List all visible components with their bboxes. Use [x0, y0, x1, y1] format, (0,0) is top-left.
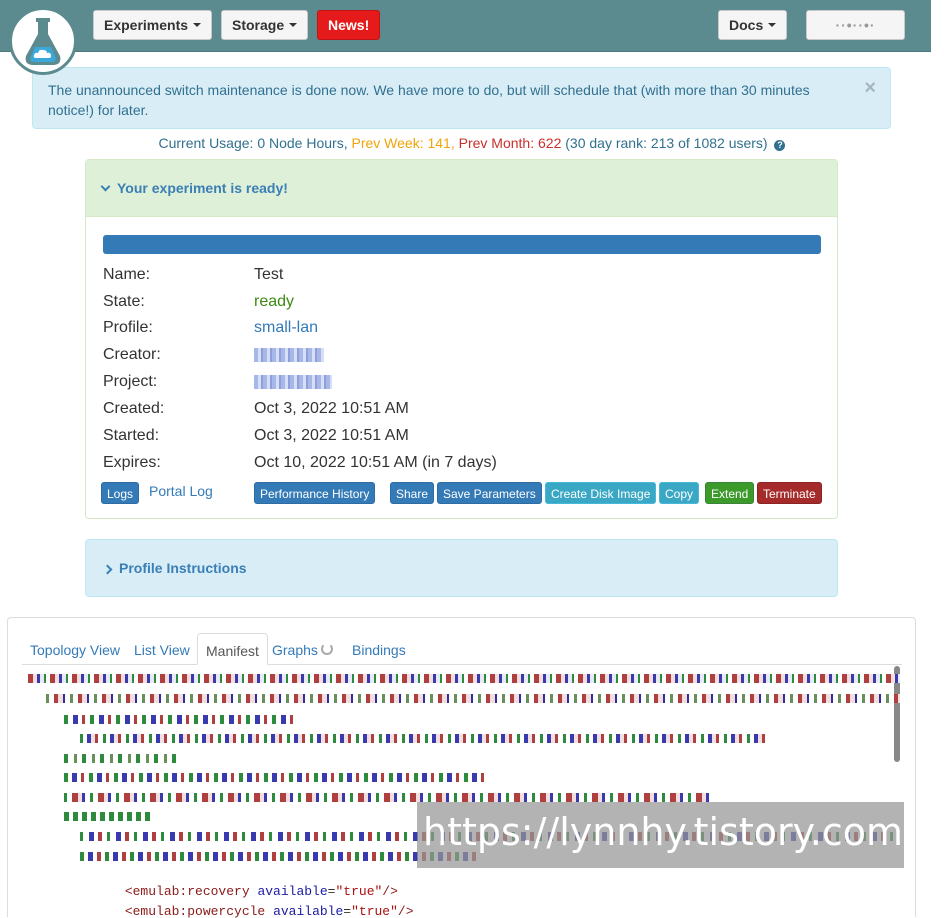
blog-watermark: https://lynnhy.tistory.com [417, 802, 904, 868]
creator-value-redacted [254, 346, 324, 364]
profile-instructions-title: Profile Instructions [119, 560, 247, 576]
user-label: ··•··•· [835, 17, 876, 33]
docs-label: Docs [729, 17, 764, 33]
maintenance-alert: The unannounced switch maintenance is do… [32, 67, 891, 129]
flask-cloud-icon [25, 18, 61, 65]
manifest-code-view[interactable]: <emulab:recovery available="true"/> <emu… [8, 666, 915, 918]
manifest-powercycle-line: <emulab:powercycle available="true"/> [124, 904, 414, 918]
experiment-tabs-panel: Topology View List View Manifest Graphs … [7, 617, 916, 918]
alert-message: The unannounced switch maintenance is do… [48, 82, 810, 118]
expires-label: Expires: [103, 454, 161, 471]
profile-label: Profile: [103, 319, 153, 336]
usage-summary: Current Usage: 0 Node Hours, Prev Week: … [0, 135, 944, 151]
current-usage: Current Usage: 0 Node Hours, [158, 135, 348, 151]
share-button[interactable]: Share [390, 482, 435, 504]
name-label: Name: [103, 266, 151, 283]
create-disk-image-button[interactable]: Create Disk Image [545, 482, 657, 504]
xml-tag: <emulab:powercycle [124, 904, 266, 918]
performance-history-button[interactable]: Performance History [254, 482, 376, 504]
copy-button[interactable]: Copy [659, 482, 700, 504]
redacted-code-line [64, 812, 154, 821]
chevron-down-icon [100, 181, 111, 192]
caret-down-icon [289, 23, 298, 27]
redacted-code-line [28, 674, 900, 683]
started-value: Oct 3, 2022 10:51 AM [254, 427, 409, 444]
logs-button[interactable]: Logs [101, 482, 140, 504]
prev-month-usage: Prev Month: 622 [458, 135, 562, 151]
tab-graphs-label: Graphs [272, 642, 318, 658]
redacted-code-line [64, 715, 294, 724]
project-value-redacted [254, 373, 332, 391]
expires-value: Oct 10, 2022 10:51 AM (in 7 days) [254, 454, 497, 471]
terminate-button[interactable]: Terminate [757, 482, 822, 504]
experiment-status-panel: Your experiment is ready! Name: Test Sta… [85, 159, 838, 519]
status-progress-bar [103, 235, 821, 254]
profile-link[interactable]: small-lan [254, 319, 318, 337]
prev-week-usage: Prev Week: 141, [351, 135, 455, 151]
chevron-right-icon [102, 564, 113, 575]
storage-menu-button[interactable]: Storage [221, 10, 309, 40]
refresh-icon[interactable] [320, 643, 333, 655]
cloudlab-logo[interactable] [9, 7, 77, 75]
save-parameters-button[interactable]: Save Parameters [437, 482, 542, 504]
tab-list-view[interactable]: List View [126, 633, 198, 665]
news-label: News! [328, 17, 370, 33]
experiments-menu-button[interactable]: Experiments [93, 10, 213, 40]
xml-tag-end: /> [397, 904, 414, 918]
news-button[interactable]: News! [317, 10, 381, 40]
docs-menu-button[interactable]: Docs [718, 10, 788, 40]
help-icon[interactable]: ? [774, 140, 786, 151]
xml-value: "true" [351, 904, 398, 918]
experiment-status-heading[interactable]: Your experiment is ready! [86, 160, 837, 217]
experiment-status-title: Your experiment is ready! [117, 180, 288, 196]
tab-bindings[interactable]: Bindings [344, 633, 414, 665]
close-icon[interactable]: × [864, 78, 876, 98]
navbar: Experiments Storage News! Docs ··•··•· [0, 0, 931, 52]
started-label: Started: [103, 427, 160, 444]
xml-attr: available [273, 904, 344, 918]
redacted-code-line [64, 754, 179, 763]
tab-graphs[interactable]: Graphs [264, 633, 341, 665]
caret-down-icon [193, 23, 202, 27]
project-label: Project: [103, 373, 158, 390]
profile-instructions-panel[interactable]: Profile Instructions [85, 539, 838, 597]
redacted-code-line [64, 773, 484, 782]
state-label: State: [103, 293, 145, 310]
tab-topology-view[interactable]: Topology View [22, 633, 128, 665]
creator-label: Creator: [103, 346, 161, 363]
experiments-label: Experiments [104, 17, 189, 33]
created-value: Oct 3, 2022 10:51 AM [254, 400, 409, 417]
caret-down-icon [768, 23, 777, 27]
portal-log-link[interactable]: Portal Log [149, 483, 213, 499]
storage-label: Storage [232, 17, 285, 33]
redacted-code-line [46, 694, 900, 703]
tab-bar: Topology View List View Manifest Graphs … [22, 633, 902, 665]
redacted-code-line [80, 734, 770, 743]
state-value: ready [254, 293, 295, 310]
user-menu-button[interactable]: ··•··•· [806, 10, 905, 40]
redacted-code-line [64, 793, 714, 802]
name-value: Test [254, 266, 284, 283]
tab-manifest[interactable]: Manifest [197, 633, 268, 665]
usage-rank: (30 day rank: 213 of 1082 users) [565, 135, 768, 151]
created-label: Created: [103, 400, 165, 417]
extend-button[interactable]: Extend [705, 482, 755, 504]
